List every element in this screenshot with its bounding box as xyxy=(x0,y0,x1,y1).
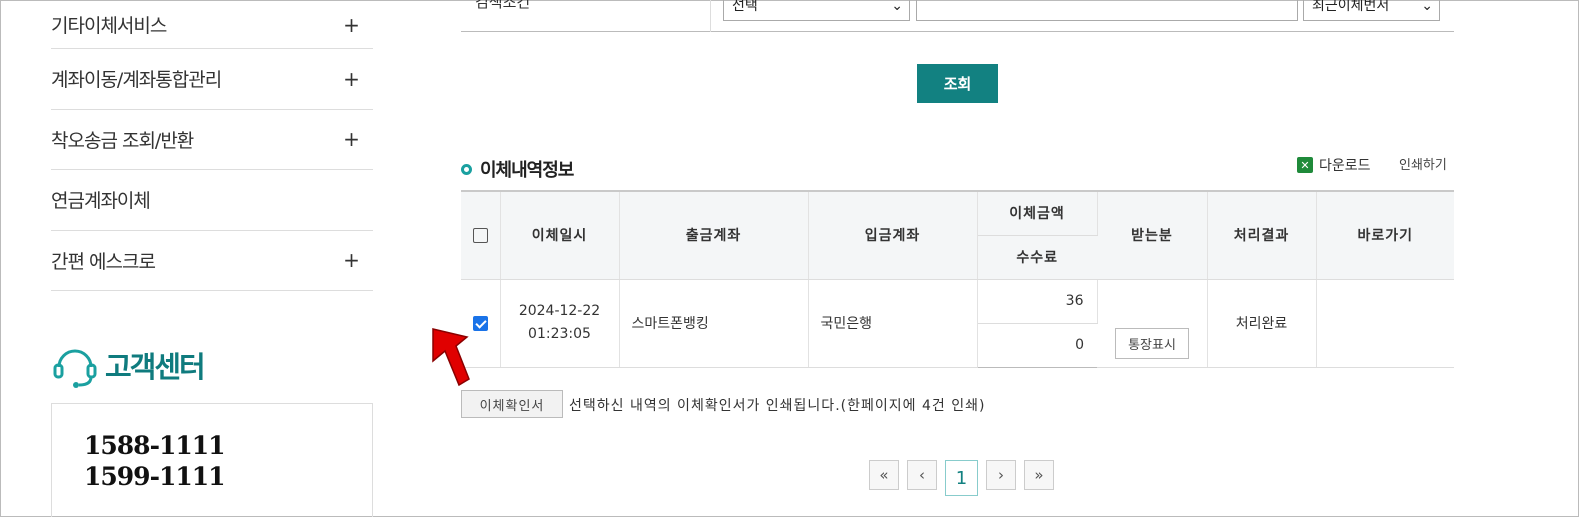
divider xyxy=(710,0,711,32)
sidebar-item-pension-transfer[interactable]: 연금계좌이체 xyxy=(51,170,373,231)
header-date: 이체일시 xyxy=(500,191,620,280)
sort-select[interactable]: 최근이체번서 ⌄ xyxy=(1303,0,1440,21)
plus-icon[interactable]: + xyxy=(341,13,361,37)
cell-date: 2024-12-22 01:23:05 xyxy=(500,279,620,368)
to-account: 국민은행 xyxy=(820,316,873,332)
last-page-button[interactable]: » xyxy=(1024,460,1054,490)
sidebar-item-label: 연금계좌이체 xyxy=(51,190,151,213)
customer-center-title: 고객센터 xyxy=(51,341,206,389)
table-row: 2024-12-22 01:23:05 스마트폰뱅킹 국민은행 36 통장표시 … xyxy=(461,279,1454,368)
header-from-account: 출금계좌 xyxy=(619,191,809,280)
select-value: 선택 xyxy=(732,0,758,14)
search-input[interactable] xyxy=(916,0,1298,21)
sidebar-item-mistaken-remittance[interactable]: 착오송금 조회/반환 + xyxy=(51,110,373,170)
sidebar-item-label: 기타이체서비스 xyxy=(51,15,167,37)
search-type-select[interactable]: 선택 ⌄ xyxy=(723,0,910,21)
customer-center-box: 1588-1111 1599-1111 xyxy=(51,403,373,517)
plus-icon[interactable]: + xyxy=(341,127,361,151)
row-checkbox[interactable] xyxy=(472,315,488,331)
phone-number: 1599-1111 xyxy=(84,462,226,491)
cell-result: 처리완료 xyxy=(1207,279,1317,368)
cell-recipient: 통장표시 xyxy=(1097,279,1208,368)
header-to-account: 입금계좌 xyxy=(808,191,978,280)
transfer-confirmation-button[interactable]: 이체확인서 xyxy=(461,390,563,418)
sidebar: 기타이체서비스 + 계좌이동/계좌통합관리 + 착오송금 조회/반환 + 연금계… xyxy=(51,1,373,517)
phone-number: 1588-1111 xyxy=(84,431,226,460)
search-row: 검색조건 선택 ⌄ 최근이체번서 ⌄ xyxy=(461,0,1454,32)
first-page-button[interactable]: « xyxy=(869,460,899,490)
plus-icon[interactable]: + xyxy=(341,67,361,91)
section-title: 이체내역정보 xyxy=(461,156,574,182)
cell-amount: 36 xyxy=(977,279,1098,324)
section-title-label: 이체내역정보 xyxy=(480,160,574,181)
search-label: 검색조건 xyxy=(475,0,531,11)
download-label: 다운로드 xyxy=(1319,158,1371,174)
circle-bullet-icon xyxy=(461,163,472,175)
chevron-down-icon: ⌄ xyxy=(891,0,903,14)
sidebar-item-label: 계좌이동/계좌통합관리 xyxy=(51,69,222,92)
cell-to-account: 국민은행 xyxy=(808,279,978,368)
transfer-time: 01:23:05 xyxy=(528,326,591,342)
from-account: 스마트폰뱅킹 xyxy=(631,316,709,332)
header-result: 처리결과 xyxy=(1207,191,1317,280)
sidebar-item-label: 착오송금 조회/반환 xyxy=(51,129,194,152)
chevron-down-icon: ⌄ xyxy=(1421,0,1433,14)
select-value: 최근이체번서 xyxy=(1312,0,1390,14)
cell-shortcut xyxy=(1316,279,1454,368)
header-shortcut: 바로가기 xyxy=(1316,191,1454,280)
current-page[interactable]: 1 xyxy=(945,460,978,496)
prev-page-button[interactable]: ‹ xyxy=(907,460,937,490)
confirmation-message: 선택하신 내역의 이체확인서가 인쇄됩니다.(한페이지에 4건 인쇄) xyxy=(569,398,986,414)
cell-from-account: 스마트폰뱅킹 xyxy=(619,279,809,368)
print-link[interactable]: 인쇄하기 xyxy=(1399,154,1447,173)
next-page-button[interactable]: › xyxy=(986,460,1016,490)
pagination: « ‹ 1 › » xyxy=(869,460,1062,496)
inquiry-button[interactable]: 조회 xyxy=(917,64,998,103)
download-link[interactable]: ✕ 다운로드 xyxy=(1297,155,1371,175)
red-arrow-icon xyxy=(432,328,470,387)
select-all-cell xyxy=(461,191,501,280)
header-fee: 수수료 xyxy=(977,235,1097,280)
sidebar-item-other-transfer[interactable]: 기타이체서비스 + xyxy=(51,1,373,49)
plus-icon[interactable]: + xyxy=(341,248,361,272)
transfer-table: 이체일시 출금계좌 입금계좌 이체금액 받는분 처리결과 바로가기 수수료 20… xyxy=(461,190,1454,368)
transfer-date: 2024-12-22 xyxy=(518,303,601,319)
headset-icon xyxy=(53,349,97,388)
header-recipient: 받는분 xyxy=(1097,191,1208,280)
passbook-display-button[interactable]: 통장표시 xyxy=(1115,327,1189,359)
sidebar-item-account-move[interactable]: 계좌이동/계좌통합관리 + xyxy=(51,49,373,110)
sidebar-item-escrow[interactable]: 간편 에스크로 + xyxy=(51,231,373,291)
excel-icon: ✕ xyxy=(1297,157,1313,173)
sidebar-item-label: 간편 에스크로 xyxy=(51,250,156,273)
header-amount: 이체금액 xyxy=(977,191,1098,236)
cell-fee: 0 xyxy=(977,323,1097,368)
customer-center-label: 고객센터 xyxy=(105,350,206,384)
select-all-checkbox[interactable] xyxy=(472,227,488,243)
